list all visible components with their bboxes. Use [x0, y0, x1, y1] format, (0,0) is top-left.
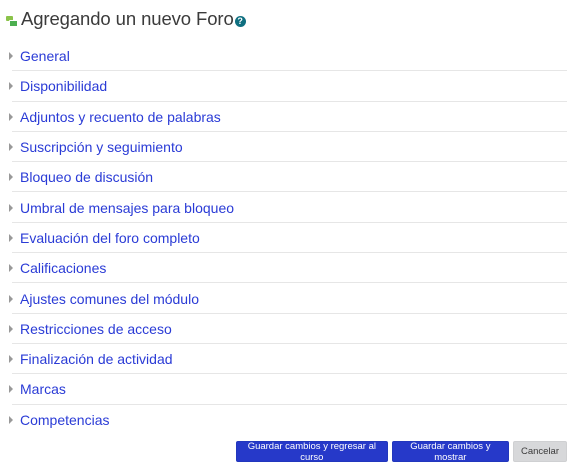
- caret-right-icon: [9, 385, 13, 394]
- save-and-display-button[interactable]: Guardar cambios y mostrar: [391, 441, 509, 463]
- caret-right-icon: [9, 294, 13, 303]
- caret-right-icon: [9, 203, 13, 212]
- caret-right-icon: [9, 355, 13, 364]
- section-evaluacion[interactable]: Evaluación del foro completo: [0, 223, 567, 254]
- caret-right-icon: [9, 173, 13, 182]
- cancel-button[interactable]: Cancelar: [512, 441, 567, 462]
- caret-right-icon: [9, 112, 13, 121]
- form-actions: Guardar cambios y regresar al curso Guar…: [236, 441, 567, 463]
- caret-right-icon: [9, 143, 13, 152]
- save-and-return-button[interactable]: Guardar cambios y regresar al curso: [236, 441, 388, 463]
- caret-right-icon: [9, 264, 13, 273]
- section-general[interactable]: General: [0, 41, 567, 72]
- section-restricciones[interactable]: Restricciones de acceso: [0, 314, 567, 344]
- section-disponibilidad[interactable]: Disponibilidad: [0, 71, 567, 102]
- section-label[interactable]: Marcas: [20, 381, 66, 397]
- section-label[interactable]: Finalización de actividad: [20, 351, 173, 367]
- section-adjuntos[interactable]: Adjuntos y recuento de palabras: [0, 102, 567, 132]
- caret-right-icon: [9, 324, 13, 333]
- caret-right-icon: [9, 415, 13, 424]
- form-sections: General Disponibilidad Adjuntos y recuen…: [0, 41, 567, 435]
- section-bloqueo[interactable]: Bloqueo de discusión: [0, 162, 567, 193]
- page-title: Agregando un nuevo Foro: [21, 8, 234, 29]
- caret-right-icon: [9, 233, 13, 242]
- section-label[interactable]: Ajustes comunes del módulo: [20, 291, 199, 307]
- section-ajustes-comunes[interactable]: Ajustes comunes del módulo: [0, 283, 567, 314]
- section-umbral[interactable]: Umbral de mensajes para bloqueo: [0, 192, 567, 223]
- section-label[interactable]: Adjuntos y recuento de palabras: [20, 109, 221, 125]
- section-label[interactable]: Restricciones de acceso: [20, 321, 172, 337]
- section-marcas[interactable]: Marcas: [0, 374, 567, 405]
- section-label[interactable]: Umbral de mensajes para bloqueo: [20, 200, 234, 216]
- page-header: Agregando un nuevo Foro ?: [6, 8, 246, 30]
- section-suscripcion[interactable]: Suscripción y seguimiento: [0, 132, 567, 163]
- help-icon[interactable]: ?: [234, 16, 246, 27]
- forum-icon: [6, 16, 18, 27]
- caret-right-icon: [9, 52, 13, 61]
- section-label[interactable]: Bloqueo de discusión: [20, 169, 153, 185]
- caret-right-icon: [9, 82, 13, 91]
- section-finalizacion[interactable]: Finalización de actividad: [0, 344, 567, 375]
- section-label[interactable]: Suscripción y seguimiento: [20, 139, 183, 155]
- section-label[interactable]: Calificaciones: [20, 260, 106, 276]
- section-label[interactable]: General: [20, 48, 70, 64]
- section-calificaciones[interactable]: Calificaciones: [0, 253, 567, 284]
- section-label[interactable]: Evaluación del foro completo: [20, 230, 200, 246]
- section-competencias[interactable]: Competencias: [0, 405, 567, 435]
- section-label[interactable]: Competencias: [20, 412, 110, 428]
- section-label[interactable]: Disponibilidad: [20, 78, 107, 94]
